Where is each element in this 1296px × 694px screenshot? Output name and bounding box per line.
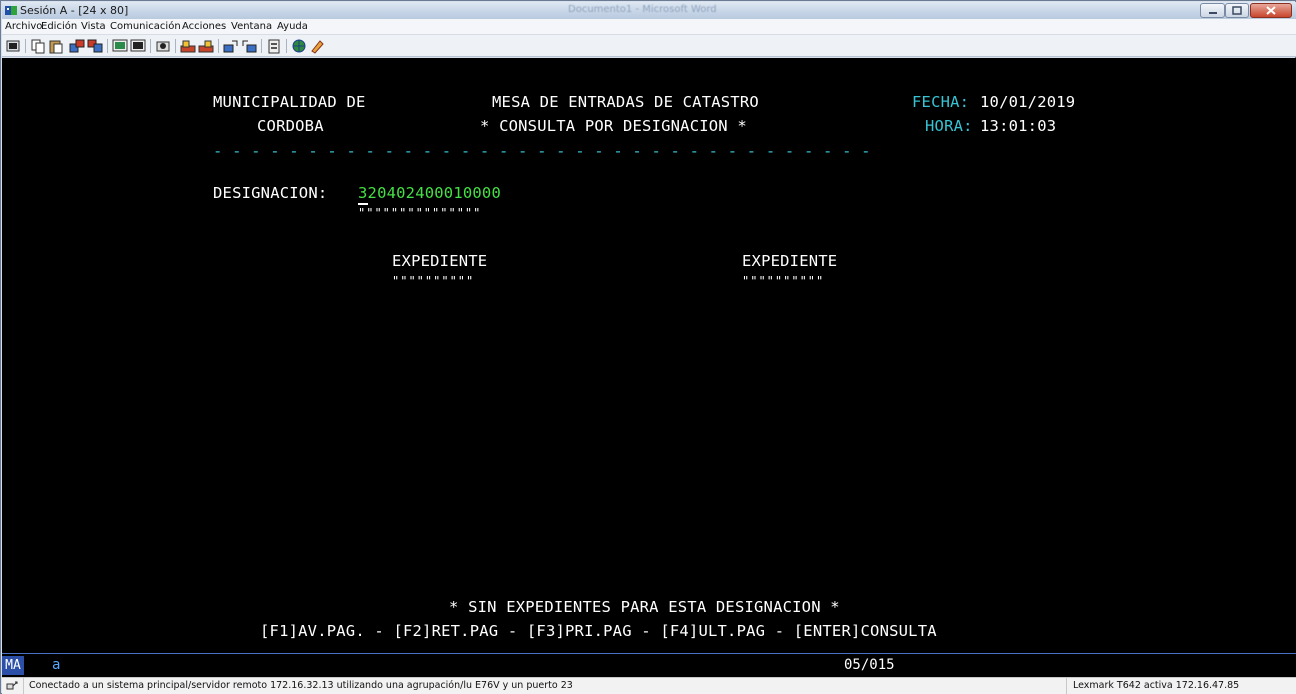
expediente-underline-2: """""""""" [742, 274, 825, 288]
expediente-column-header-1: EXPEDIENTE [392, 252, 488, 270]
operator-info-area: MA a 05/015 [2, 653, 1296, 677]
toolbar-separator [150, 39, 151, 53]
oia-cursor-position: 05/015 [844, 657, 895, 673]
toolbar-separator [218, 39, 219, 53]
toolbar-separator [25, 39, 26, 53]
paste-icon[interactable] [48, 38, 64, 54]
designacion-label: DESIGNACION: [213, 184, 328, 202]
menu-bar: Archivo Edición Vista Comunicación Accio… [2, 19, 1296, 35]
title-bar: Sesión A - [24 x 80] Documento1 - Micros… [2, 2, 1296, 19]
maximize-button[interactable] [1225, 3, 1249, 18]
terminal-screen[interactable]: MUNICIPALIDAD DE CORDOBA MESA DE ENTRADA… [2, 58, 1296, 653]
minimize-icon [1208, 11, 1217, 14]
clipboard-icon[interactable] [266, 38, 282, 54]
connection-status-message: Conectado a un sistema principal/servido… [23, 678, 1067, 694]
header-separator: - - - - - - - - - - - - - - - - - - - - … [213, 142, 871, 160]
status-message: * SIN EXPEDIENTES PARA ESTA DESIGNACION … [449, 598, 840, 616]
stop-macro-icon[interactable] [198, 38, 214, 54]
toolbar-separator [286, 39, 287, 53]
close-icon [1266, 6, 1276, 15]
minimize-button[interactable] [1200, 3, 1225, 18]
status-bar: Conectado a un sistema principal/servido… [2, 677, 1296, 694]
keyboard-setup-icon[interactable] [130, 38, 146, 54]
menu-vista[interactable]: Vista [81, 21, 106, 32]
maximize-icon [1232, 6, 1242, 15]
printer-status: Lexmark T642 activa 172.16.47.85 [1073, 680, 1240, 691]
menu-comunicacion[interactable]: Comunicación [110, 21, 181, 32]
hora-label: HORA: [925, 117, 973, 135]
screen-title-line1: MESA DE ENTRADAS DE CATASTRO [492, 93, 759, 111]
function-keys-legend: [F1]AV.PAG. - [F2]RET.PAG - [F3]PRI.PAG … [260, 622, 937, 640]
designacion-input[interactable]: 320402400010000 [358, 182, 501, 204]
toolbar-separator [107, 39, 108, 53]
print-screen-icon[interactable] [5, 38, 21, 54]
copy-icon[interactable] [30, 38, 46, 54]
emulator-window: Sesión A - [24 x 80] Documento1 - Micros… [0, 0, 1296, 694]
transfer-receive-icon[interactable] [241, 38, 257, 54]
toolbar-separator [175, 39, 176, 53]
menu-acciones[interactable]: Acciones [182, 21, 226, 32]
expediente-underline-1: """""""""" [392, 274, 475, 288]
toolbar [2, 35, 1296, 57]
play-macro-icon[interactable] [180, 38, 196, 54]
org-name-line1: MUNICIPALIDAD DE [213, 93, 366, 111]
send-file-icon[interactable] [69, 38, 85, 54]
receive-file-icon[interactable] [87, 38, 103, 54]
record-macro-icon[interactable] [155, 38, 171, 54]
menu-ayuda[interactable]: Ayuda [277, 21, 308, 32]
fecha-label: FECHA: [912, 93, 970, 111]
transfer-send-icon[interactable] [223, 38, 239, 54]
org-name-line2: CORDOBA [257, 117, 324, 135]
oia-mode-indicator: MA [2, 656, 24, 675]
fecha-value: 10/01/2019 [980, 93, 1076, 111]
expediente-column-header-2: EXPEDIENTE [742, 252, 838, 270]
window-title: Sesión A - [24 x 80] [20, 4, 129, 17]
designacion-underline: """"""""""""""" [358, 206, 482, 220]
screen-title-line2: * CONSULTA POR DESIGNACION * [480, 117, 747, 135]
menu-ventana[interactable]: Ventana [231, 21, 272, 32]
app-icon [5, 6, 17, 15]
pencil-icon[interactable] [309, 38, 325, 54]
menu-edicion[interactable]: Edición [41, 21, 77, 32]
oia-session-indicator: a [52, 657, 61, 673]
connection-icon [6, 681, 18, 690]
background-window-title: Documento1 - Microsoft Word [568, 4, 717, 15]
display-setup-icon[interactable] [112, 38, 128, 54]
hora-value: 13:01:03 [980, 117, 1057, 135]
menu-archivo[interactable]: Archivo [5, 21, 42, 32]
globe-icon[interactable] [291, 38, 307, 54]
close-button[interactable] [1250, 3, 1292, 18]
toolbar-separator [261, 39, 262, 53]
